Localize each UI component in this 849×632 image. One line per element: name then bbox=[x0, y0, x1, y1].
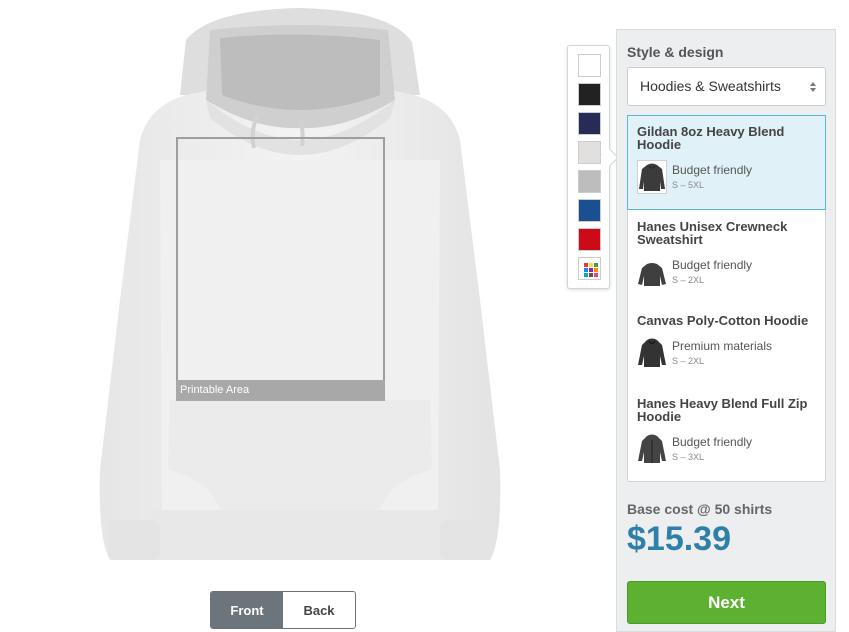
next-button[interactable]: Next bbox=[627, 581, 826, 624]
product-list: Gildan 8oz Heavy Blend Hoodie Budget fri… bbox=[627, 115, 826, 482]
product-preview: Printable Area bbox=[90, 0, 510, 570]
style-select[interactable]: Hoodies & Sweatshirts bbox=[627, 67, 826, 106]
color-swatch-panel bbox=[567, 45, 610, 289]
style-sidebar: Style & design Hoodies & Sweatshirts Gil… bbox=[616, 29, 836, 632]
zip-hoodie-thumbnail-icon bbox=[637, 432, 667, 471]
product-item-hanes-full-zip[interactable]: Hanes Heavy Blend Full Zip Hoodie Budget… bbox=[628, 388, 825, 481]
product-name: Canvas Poly-Cotton Hoodie bbox=[637, 313, 809, 328]
product-name: Hanes Unisex Crewneck Sweatshirt bbox=[637, 219, 788, 247]
back-view-button[interactable]: Back bbox=[283, 592, 355, 628]
front-view-button[interactable]: Front bbox=[211, 592, 283, 628]
base-cost-value: $15.39 bbox=[627, 520, 731, 558]
product-item-gildan-hoodie[interactable]: Gildan 8oz Heavy Blend Hoodie Budget fri… bbox=[627, 115, 826, 210]
printable-area[interactable] bbox=[176, 137, 385, 401]
product-item-canvas-hoodie[interactable]: Canvas Poly-Cotton Hoodie Premium materi… bbox=[628, 305, 825, 388]
product-sizes: S – 2XL bbox=[672, 356, 705, 366]
product-tag: Budget friendly bbox=[672, 258, 753, 272]
product-name: Hanes Heavy Blend Full Zip Hoodie bbox=[637, 396, 808, 424]
product-name: Gildan 8oz Heavy Blend Hoodie bbox=[637, 124, 785, 152]
color-swatch-grey[interactable] bbox=[578, 170, 601, 193]
color-swatch-navy[interactable] bbox=[578, 112, 601, 135]
base-cost-label: Base cost @ 50 shirts bbox=[627, 501, 773, 517]
hoodie-thumbnail-icon bbox=[637, 160, 667, 194]
shirt-designer: Printable Area Front Back Style & design… bbox=[0, 0, 849, 632]
hoodie-thumbnail-icon bbox=[637, 336, 667, 375]
product-sizes: S – 5XL bbox=[672, 180, 705, 190]
product-sizes: S – 2XL bbox=[672, 275, 705, 285]
sweatshirt-thumbnail-icon bbox=[637, 256, 667, 295]
select-arrows-icon bbox=[801, 68, 825, 105]
sidebar-title: Style & design bbox=[627, 44, 724, 60]
more-colors-icon[interactable] bbox=[578, 257, 601, 280]
product-item-hanes-crewneck[interactable]: Hanes Unisex Crewneck Sweatshirt Budget … bbox=[628, 211, 825, 305]
color-swatch-black[interactable] bbox=[578, 83, 601, 106]
style-select-value: Hoodies & Sweatshirts bbox=[640, 78, 781, 94]
product-tag: Premium materials bbox=[672, 339, 773, 353]
color-swatch-royal-blue[interactable] bbox=[578, 199, 601, 222]
color-swatch-light-grey[interactable] bbox=[578, 141, 601, 164]
printable-area-label: Printable Area bbox=[176, 380, 385, 401]
color-swatch-red[interactable] bbox=[578, 228, 601, 251]
zoom-in-icon[interactable] bbox=[367, 0, 383, 16]
view-toggle: Front Back bbox=[210, 591, 356, 629]
product-tag: Budget friendly bbox=[672, 435, 753, 449]
product-sizes: S – 3XL bbox=[672, 452, 705, 462]
color-swatch-white[interactable] bbox=[578, 54, 601, 77]
product-tag: Budget friendly bbox=[672, 163, 753, 177]
